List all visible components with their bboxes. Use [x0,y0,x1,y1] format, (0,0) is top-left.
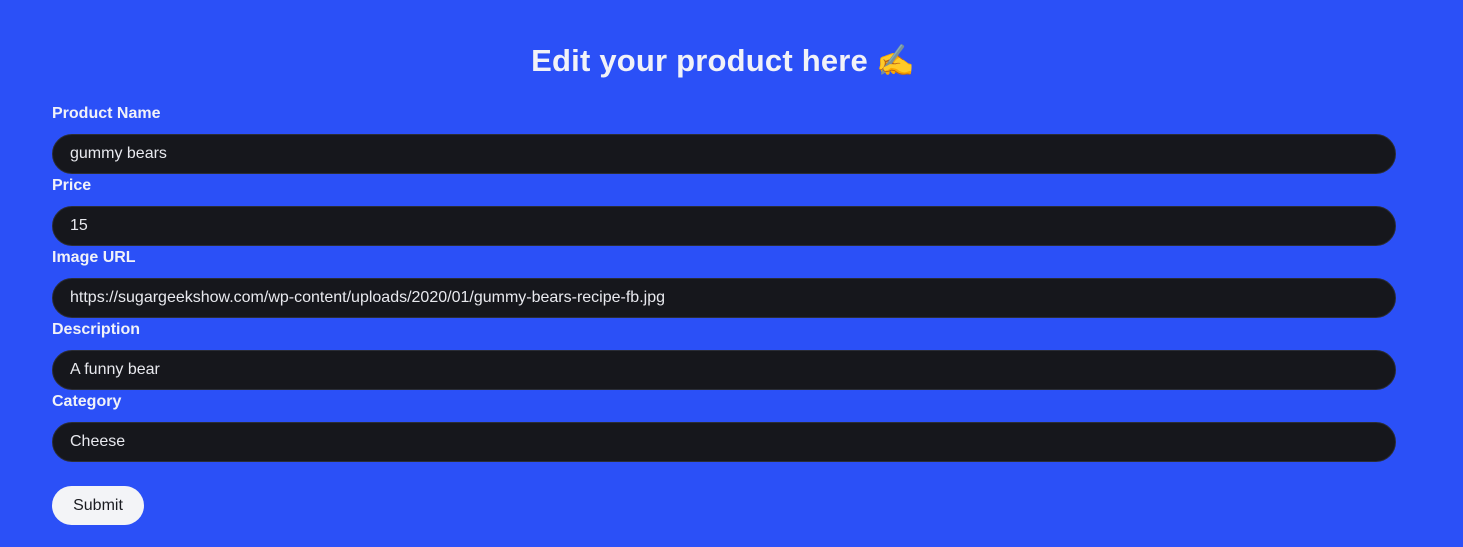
description-label: Description [52,321,141,338]
price-label: Price [52,177,92,194]
image-url-field: Image URL [52,248,1396,320]
page-title: Edit your product here ✍️ [0,42,1446,79]
writing-hand-icon: ✍️ [876,43,915,78]
price-input[interactable] [52,206,1396,246]
category-label: Category [52,393,122,410]
description-input[interactable] [52,350,1396,390]
image-url-input[interactable] [52,278,1396,318]
edit-product-form: Product Name Price Image URL Description… [52,104,1396,464]
image-url-label: Image URL [52,249,136,266]
category-field: Category [52,392,1396,464]
product-name-field: Product Name [52,104,1396,176]
description-field: Description [52,320,1396,392]
page-title-text: Edit your product here [531,43,868,78]
product-name-label: Product Name [52,105,161,122]
product-name-input[interactable] [52,134,1396,174]
category-input[interactable] [52,422,1396,462]
price-field: Price [52,176,1396,248]
submit-button[interactable]: Submit [52,486,144,525]
